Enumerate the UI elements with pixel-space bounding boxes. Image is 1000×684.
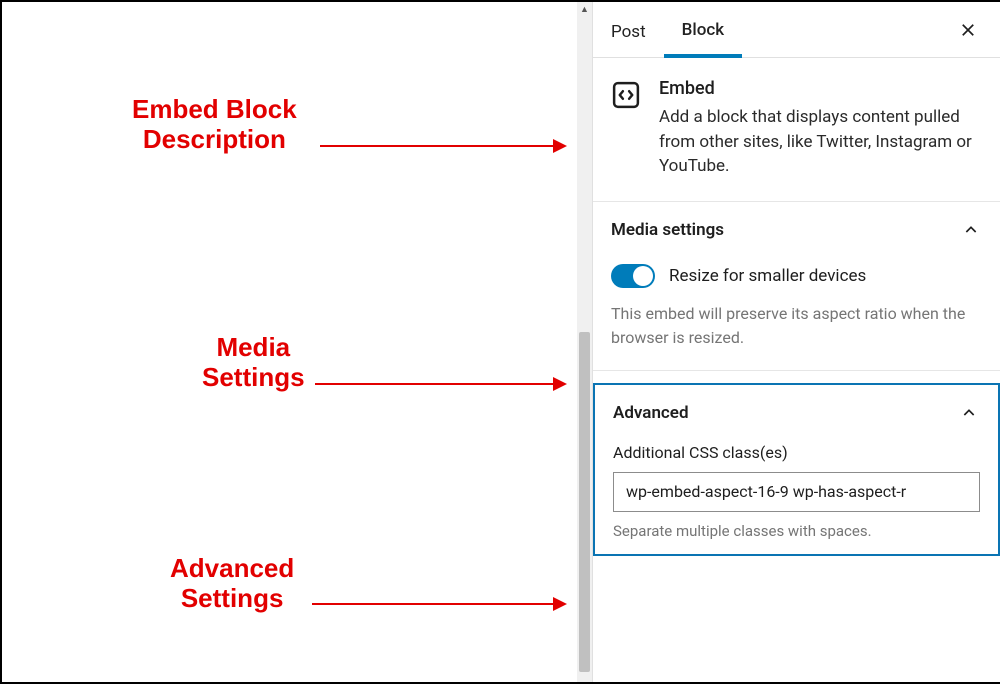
advanced-panel: Advanced Additional CSS class(es) Separa… [593, 383, 1000, 556]
block-title: Embed [659, 78, 980, 99]
tab-post[interactable]: Post [593, 4, 664, 56]
embed-icon [611, 80, 641, 110]
block-subtitle: Add a block that displays content pulled… [659, 105, 980, 179]
scrollbar-up-icon[interactable]: ▲ [577, 2, 592, 16]
arrow-icon [315, 383, 565, 385]
close-icon [959, 21, 977, 39]
scrollbar[interactable]: ▲ [577, 2, 592, 682]
advanced-toggle[interactable]: Advanced [613, 385, 980, 441]
css-classes-help: Separate multiple classes with spaces. [613, 522, 980, 540]
annotation-advanced-settings: Advanced Settings [170, 554, 294, 614]
resize-toggle[interactable] [611, 264, 655, 288]
arrow-icon [312, 603, 565, 605]
scrollbar-thumb[interactable] [579, 332, 590, 672]
tab-block[interactable]: Block [664, 2, 742, 58]
annotation-media-settings: Media Settings [202, 333, 305, 393]
editor-canvas: Embed Block Description Media Settings A… [2, 2, 577, 682]
css-classes-label: Additional CSS class(es) [613, 443, 980, 462]
media-settings-panel: Media settings Resize for smaller device… [593, 202, 1000, 371]
media-settings-toggle[interactable]: Media settings [611, 202, 982, 258]
close-sidebar-button[interactable] [954, 16, 982, 44]
annotation-embed-desc: Embed Block Description [132, 95, 297, 155]
media-settings-help: This embed will preserve its aspect rati… [611, 302, 982, 350]
chevron-up-icon [960, 219, 982, 241]
resize-toggle-label: Resize for smaller devices [669, 266, 866, 286]
chevron-up-icon [958, 402, 980, 424]
css-classes-input[interactable] [613, 472, 980, 512]
tabs-row: Post Block [593, 2, 1000, 58]
block-description-panel: Embed Add a block that displays content … [593, 58, 1000, 202]
block-settings-sidebar: Post Block Embed Add a block that displa… [592, 2, 1000, 682]
arrow-icon [320, 145, 565, 147]
toggle-knob [633, 266, 653, 286]
